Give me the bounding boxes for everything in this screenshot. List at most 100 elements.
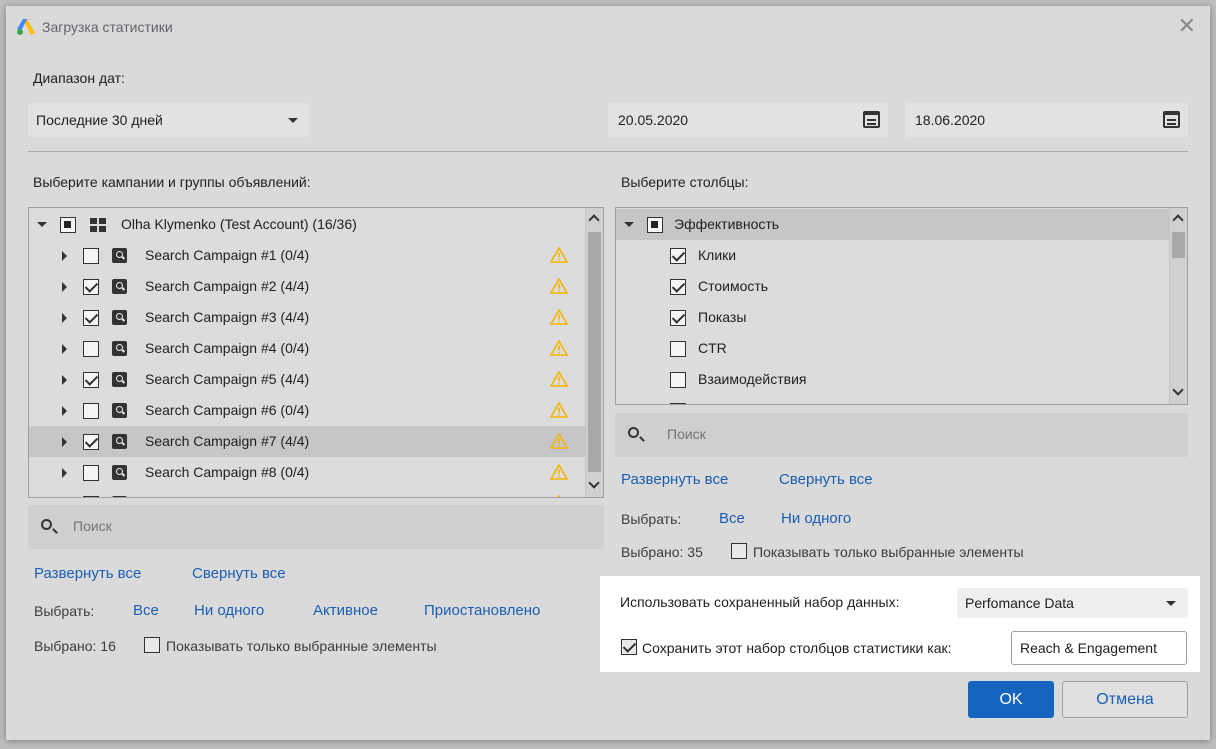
warning-icon — [550, 433, 568, 449]
column-row[interactable]: Стоимость — [616, 271, 1187, 302]
campaign-label: Search Campaign #1 (0/4) — [145, 247, 310, 263]
columns-tree-scrollbar[interactable] — [1169, 208, 1187, 404]
campaign-select-active-link[interactable]: Активное — [313, 602, 378, 619]
campaign-select-all-link[interactable]: Все — [133, 602, 159, 619]
search-campaign-icon — [112, 341, 127, 356]
campaign-checkbox[interactable] — [83, 248, 99, 264]
campaign-selected-count: Выбрано: 16 — [34, 638, 116, 654]
columns-expand-all-link[interactable]: Развернуть все — [621, 471, 728, 488]
columns-show-only-selected-checkbox[interactable] — [731, 543, 747, 559]
campaign-checkbox[interactable] — [83, 465, 99, 481]
campaign-expand-all-link[interactable]: Развернуть все — [34, 565, 141, 582]
stats-download-dialog: Загрузка статистики ✕ Диапазон дат: Посл… — [6, 6, 1210, 740]
scroll-down-icon[interactable] — [1172, 384, 1184, 396]
campaign-checkbox[interactable] — [83, 496, 99, 497]
column-checkbox[interactable] — [670, 341, 686, 357]
column-checkbox[interactable] — [670, 279, 686, 295]
columns-root-checkbox[interactable] — [647, 217, 663, 233]
save-set-checkbox[interactable] — [621, 639, 637, 655]
column-row[interactable]: CTR — [616, 333, 1187, 364]
scroll-thumb[interactable] — [1172, 232, 1185, 258]
start-date-field[interactable]: 20.05.2020 — [608, 103, 888, 137]
close-icon[interactable]: ✕ — [1178, 14, 1196, 38]
warning-icon — [557, 495, 561, 497]
column-row[interactable]: Показы — [616, 302, 1187, 333]
expand-arrow-icon[interactable] — [62, 375, 67, 385]
column-label: Показы — [698, 309, 747, 325]
expand-arrow-icon[interactable] — [62, 282, 67, 292]
columns-collapse-all-link[interactable]: Свернуть все — [779, 471, 873, 488]
campaign-row[interactable]: Search Campaign #6 (0/4) — [29, 395, 603, 426]
column-label: CTR — [698, 340, 727, 356]
campaign-row[interactable]: Search Campaign #1 (0/4) — [29, 240, 603, 271]
search-campaign-icon — [112, 372, 127, 387]
expand-arrow-icon[interactable] — [62, 437, 67, 447]
ok-button[interactable]: OK — [968, 681, 1054, 718]
calendar-icon[interactable] — [863, 111, 880, 128]
campaign-label: Search Campaign #8 (0/4) — [145, 464, 310, 480]
campaign-select-label: Выбрать: — [34, 603, 95, 619]
campaign-select-none-link[interactable]: Ни одного — [194, 602, 264, 619]
campaign-search-input[interactable]: Поиск — [28, 505, 604, 549]
collapse-arrow-icon[interactable] — [37, 222, 47, 227]
campaign-checkbox[interactable] — [83, 279, 99, 295]
columns-select-none-link[interactable]: Ни одного — [781, 510, 851, 527]
root-checkbox[interactable] — [60, 217, 76, 233]
column-checkbox[interactable] — [670, 403, 686, 404]
columns-root-label: Эффективность — [674, 216, 780, 232]
warning-icon — [550, 340, 568, 356]
tree-root-row[interactable]: Olha Klymenko (Test Account) (16/36) — [29, 209, 603, 240]
campaign-row[interactable]: Search Campaign #2 (4/4) — [29, 271, 603, 302]
campaign-row[interactable]: Search Campaign #7 (4/4) — [29, 426, 603, 457]
campaign-row[interactable]: Search Campaign #5 (4/4) — [29, 364, 603, 395]
search-campaign-icon — [112, 248, 127, 263]
campaign-checkbox[interactable] — [83, 372, 99, 388]
campaign-row[interactable]: Search Campaign #4 (0/4) — [29, 333, 603, 364]
column-checkbox[interactable] — [670, 372, 686, 388]
expand-arrow-icon[interactable] — [62, 406, 67, 416]
column-row[interactable]: Взаимодействия — [616, 364, 1187, 395]
column-label: Клики — [698, 247, 737, 263]
column-row[interactable]: Клики — [616, 240, 1187, 271]
expand-arrow-icon[interactable] — [62, 251, 67, 261]
chevron-down-icon — [288, 118, 298, 123]
campaign-collapse-all-link[interactable]: Свернуть все — [192, 565, 286, 582]
warning-icon — [550, 309, 568, 325]
columns-search-input[interactable]: Поиск — [615, 413, 1188, 457]
expand-arrow-icon[interactable] — [62, 313, 67, 323]
search-campaign-icon — [112, 310, 127, 325]
search-icon — [628, 427, 639, 438]
campaign-row[interactable]: Search Campaign #3 (4/4) — [29, 302, 603, 333]
scroll-up-icon[interactable] — [588, 214, 600, 226]
saved-set-select[interactable]: Perfomance Data — [957, 588, 1188, 618]
columns-select-all-link[interactable]: Все — [719, 510, 745, 527]
column-checkbox[interactable] — [670, 248, 686, 264]
use-saved-set-label: Использовать сохраненный набор данных: — [620, 594, 900, 610]
end-date-field[interactable]: 18.06.2020 — [905, 103, 1188, 137]
campaign-checkbox[interactable] — [83, 310, 99, 326]
columns-root-row[interactable]: Эффективность — [616, 209, 1187, 240]
save-set-name-input[interactable]: Reach & Engagement — [1011, 631, 1187, 665]
scroll-up-icon[interactable] — [1172, 214, 1184, 226]
expand-arrow-icon[interactable] — [62, 344, 67, 354]
cancel-button[interactable]: Отмена — [1062, 681, 1188, 718]
campaign-tree-scrollbar[interactable] — [585, 208, 603, 497]
column-checkbox[interactable] — [670, 310, 686, 326]
window-title: Загрузка статистики — [42, 19, 173, 35]
campaign-show-only-selected-checkbox[interactable] — [144, 637, 160, 653]
collapse-arrow-icon[interactable] — [624, 222, 634, 227]
campaign-checkbox[interactable] — [83, 341, 99, 357]
expand-arrow-icon[interactable] — [62, 468, 67, 478]
campaign-checkbox[interactable] — [83, 403, 99, 419]
date-preset-select[interactable]: Последние 30 дней — [28, 103, 310, 137]
campaign-select-paused-link[interactable]: Приостановлено — [424, 602, 540, 619]
campaign-tree[interactable]: Olha Klymenko (Test Account) (16/36) Sea… — [28, 207, 604, 498]
scroll-down-icon[interactable] — [588, 477, 600, 489]
search-campaign-icon — [112, 434, 127, 449]
campaign-checkbox[interactable] — [83, 434, 99, 450]
calendar-icon[interactable] — [1163, 111, 1180, 128]
columns-tree[interactable]: Эффективность Клики Стоимость Показы CTR Вза… — [615, 207, 1188, 405]
warning-icon — [550, 371, 568, 387]
scroll-thumb[interactable] — [588, 232, 601, 472]
campaign-row[interactable]: Search Campaign #8 (0/4) — [29, 457, 603, 488]
